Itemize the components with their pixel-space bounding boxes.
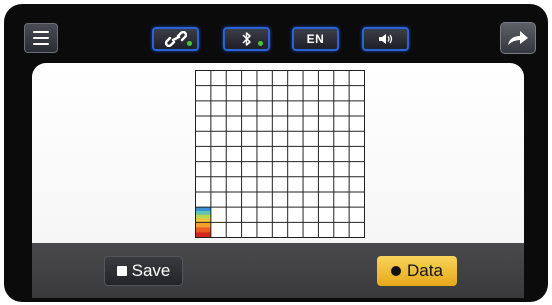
device-screen: EN Save Data bbox=[0, 0, 552, 305]
grid-cell-color-band bbox=[195, 227, 211, 233]
grid-cell-color-band bbox=[195, 214, 211, 219]
grid-svg bbox=[195, 70, 365, 238]
speaker-icon bbox=[378, 34, 392, 44]
bluetooth-status-dot bbox=[258, 41, 263, 46]
share-arrow-icon bbox=[508, 31, 528, 45]
grid-cell-color-band bbox=[195, 222, 211, 228]
volume-toggle[interactable] bbox=[362, 27, 409, 51]
link-toggle[interactable] bbox=[152, 27, 199, 51]
pixel-grid[interactable] bbox=[195, 70, 365, 238]
grid-cell-filled[interactable] bbox=[195, 207, 211, 223]
language-toggle[interactable]: EN bbox=[292, 27, 339, 51]
save-button[interactable]: Save bbox=[104, 256, 183, 286]
bluetooth-toggle[interactable] bbox=[223, 27, 270, 51]
share-button[interactable] bbox=[500, 22, 536, 54]
language-label: EN bbox=[306, 32, 325, 46]
link-icon bbox=[164, 31, 187, 47]
data-label: Data bbox=[407, 261, 443, 280]
save-checkbox-icon bbox=[116, 266, 127, 276]
grid-cell-filled[interactable] bbox=[195, 222, 211, 238]
menu-button[interactable] bbox=[24, 23, 58, 53]
hamburger-menu-icon bbox=[33, 31, 49, 45]
grid-background bbox=[195, 70, 365, 238]
grid-cell-color-band bbox=[195, 232, 211, 238]
data-button[interactable]: Data bbox=[377, 256, 457, 286]
link-status-dot bbox=[187, 41, 192, 46]
grid-cell-color-band bbox=[195, 210, 211, 216]
grid-cell-color-band bbox=[195, 207, 211, 212]
bluetooth-icon bbox=[241, 32, 251, 46]
save-label: Save bbox=[131, 261, 171, 280]
data-radio-icon bbox=[391, 266, 402, 276]
